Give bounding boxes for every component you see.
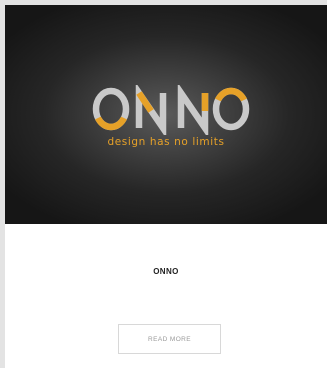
read-more-button[interactable]: READ MORE xyxy=(118,324,221,354)
card-thumbnail[interactable]: design has no limits xyxy=(5,5,327,224)
onno-logo-wordmark-image xyxy=(92,85,250,135)
onno-logo: design has no limits xyxy=(5,5,327,224)
logo-tagline: design has no limits xyxy=(107,136,225,148)
page: design has no limits ONNO READ MORE xyxy=(0,0,327,368)
card-title[interactable]: ONNO xyxy=(5,267,327,276)
portfolio-card: design has no limits ONNO READ MORE xyxy=(5,5,327,368)
